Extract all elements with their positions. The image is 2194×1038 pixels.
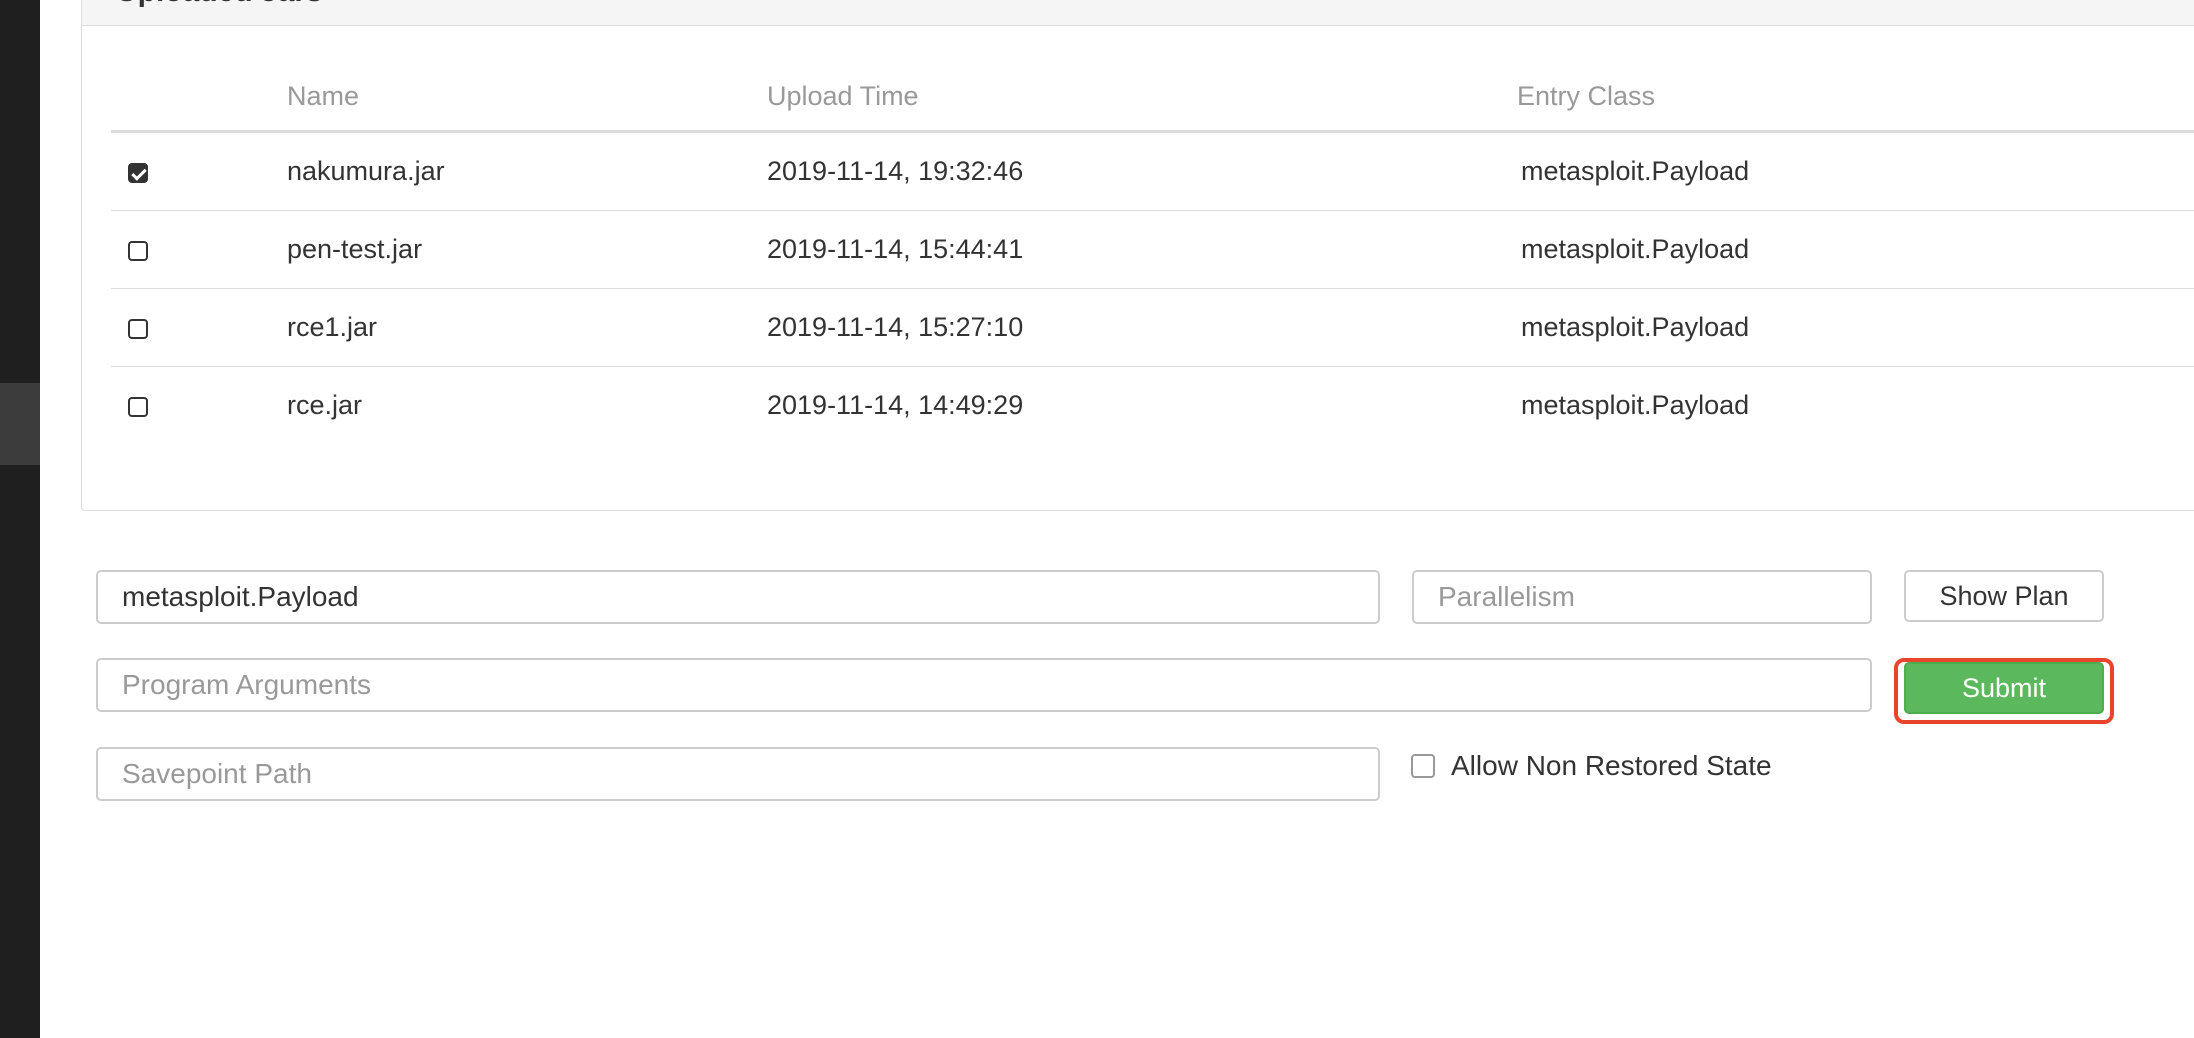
table-row[interactable]: rce.jar 2019-11-14, 14:49:29 metasploit.… (111, 367, 2194, 445)
header-name[interactable]: Name (287, 62, 767, 133)
header-entry-class: Entry Class (1517, 62, 2194, 133)
row-select-cell (111, 288, 287, 367)
row-checkbox[interactable] (128, 240, 148, 261)
panel-title: Uploaded Jars (116, 0, 323, 9)
allow-non-restored-state[interactable]: Allow Non Restored State (1411, 750, 1772, 782)
jar-name: rce.jar (287, 390, 363, 420)
jar-entry-class: metasploit.Payload (1521, 390, 1750, 420)
jar-table: Name Upload Time Entry Class nakumura.ja… (111, 62, 2194, 444)
table-row[interactable]: rce1.jar 2019-11-14, 15:27:10 metasploit… (111, 288, 2194, 367)
show-plan-button[interactable]: Show Plan (1904, 570, 2104, 622)
sidebar-active-item[interactable] (0, 383, 40, 465)
savepoint-path-input[interactable] (96, 747, 1380, 801)
header-upload-time[interactable]: Upload Time (767, 62, 1517, 133)
row-select-cell (111, 131, 287, 211)
jar-entry-class: metasploit.Payload (1517, 288, 2194, 367)
header-select (111, 62, 287, 133)
jar-entry-class: metasploit.Payload (1517, 210, 2194, 289)
jar-upload-time: 2019-11-14, 14:49:29 (767, 390, 1024, 420)
jar-name: rce1.jar (287, 288, 767, 367)
jar-name: pen-test.jar (287, 210, 767, 289)
row-checkbox[interactable] (128, 318, 148, 339)
allow-non-restored-state-checkbox[interactable] (1411, 754, 1435, 778)
row-select-cell (111, 367, 287, 445)
program-arguments-input[interactable] (96, 658, 1872, 712)
table-row[interactable]: nakumura.jar 2019-11-14, 19:32:46 metasp… (111, 131, 2194, 211)
parallelism-input[interactable] (1412, 570, 1872, 624)
jar-name: nakumura.jar (287, 131, 767, 211)
submit-button[interactable]: Submit (1904, 662, 2104, 714)
jar-upload-time: 2019-11-14, 15:27:10 (767, 288, 1517, 367)
row-checkbox[interactable] (128, 396, 148, 417)
jar-upload-time: 2019-11-14, 15:44:41 (767, 210, 1517, 289)
allow-non-restored-state-label: Allow Non Restored State (1451, 750, 1772, 781)
row-select-cell (111, 210, 287, 289)
row-checkbox[interactable] (128, 162, 148, 183)
panel-heading: Uploaded Jars (82, 0, 2194, 26)
entry-class-input[interactable] (96, 570, 1380, 624)
table-row[interactable]: pen-test.jar 2019-11-14, 15:44:41 metasp… (111, 210, 2194, 289)
jar-entry-class: metasploit.Payload (1517, 131, 2194, 211)
sidebar (0, 0, 40, 1038)
jar-upload-time: 2019-11-14, 19:32:46 (767, 131, 1517, 211)
table-header-row: Name Upload Time Entry Class (111, 62, 2194, 133)
